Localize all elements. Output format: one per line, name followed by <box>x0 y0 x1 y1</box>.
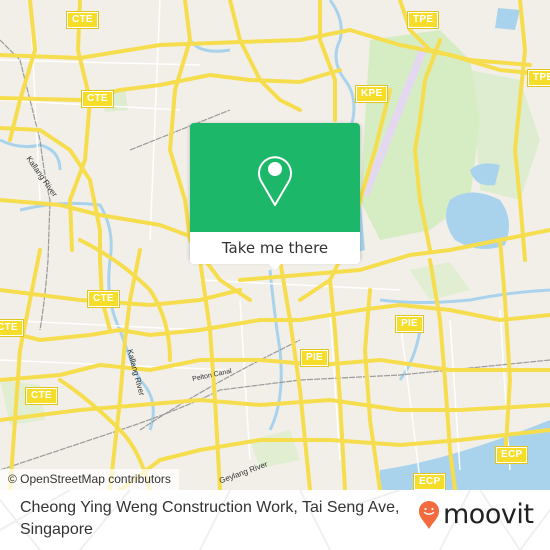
osm-attribution[interactable]: © OpenStreetMap contributors <box>0 469 179 490</box>
tpe-shield-1: TPE <box>406 11 440 29</box>
ecp-shield-2: ECP <box>494 446 529 464</box>
kpe-shield: KPE <box>354 85 389 103</box>
cte-shield-5: CTE <box>0 319 24 337</box>
map-view[interactable]: CTE CTE CTE CTE CTE TPE TPE KPE PIE PIE … <box>0 0 550 490</box>
popup-header <box>190 123 360 232</box>
cte-shield-1: CTE <box>66 11 99 29</box>
pie-shield-2: PIE <box>394 315 425 333</box>
cte-shield-3: CTE <box>87 290 120 308</box>
place-title: Cheong Ying Weng Construction Work, Tai … <box>20 499 400 538</box>
moovit-smile-pin-icon <box>419 500 439 529</box>
pie-shield-1: PIE <box>299 349 330 367</box>
popup-pointer <box>267 262 283 270</box>
location-popup: Take me there <box>190 123 360 270</box>
take-me-there-button[interactable]: Take me there <box>190 232 360 264</box>
moovit-wordmark: moovit <box>443 499 534 530</box>
moovit-logo[interactable]: moovit <box>418 499 534 530</box>
tpe-shield-2: TPE <box>526 69 550 87</box>
cte-shield-2: CTE <box>81 90 114 108</box>
ecp-shield-1: ECP <box>412 473 447 490</box>
map-pin-icon <box>258 156 292 206</box>
cte-shield-4: CTE <box>25 387 58 405</box>
footer: Cheong Ying Weng Construction Work, Tai … <box>0 490 550 550</box>
